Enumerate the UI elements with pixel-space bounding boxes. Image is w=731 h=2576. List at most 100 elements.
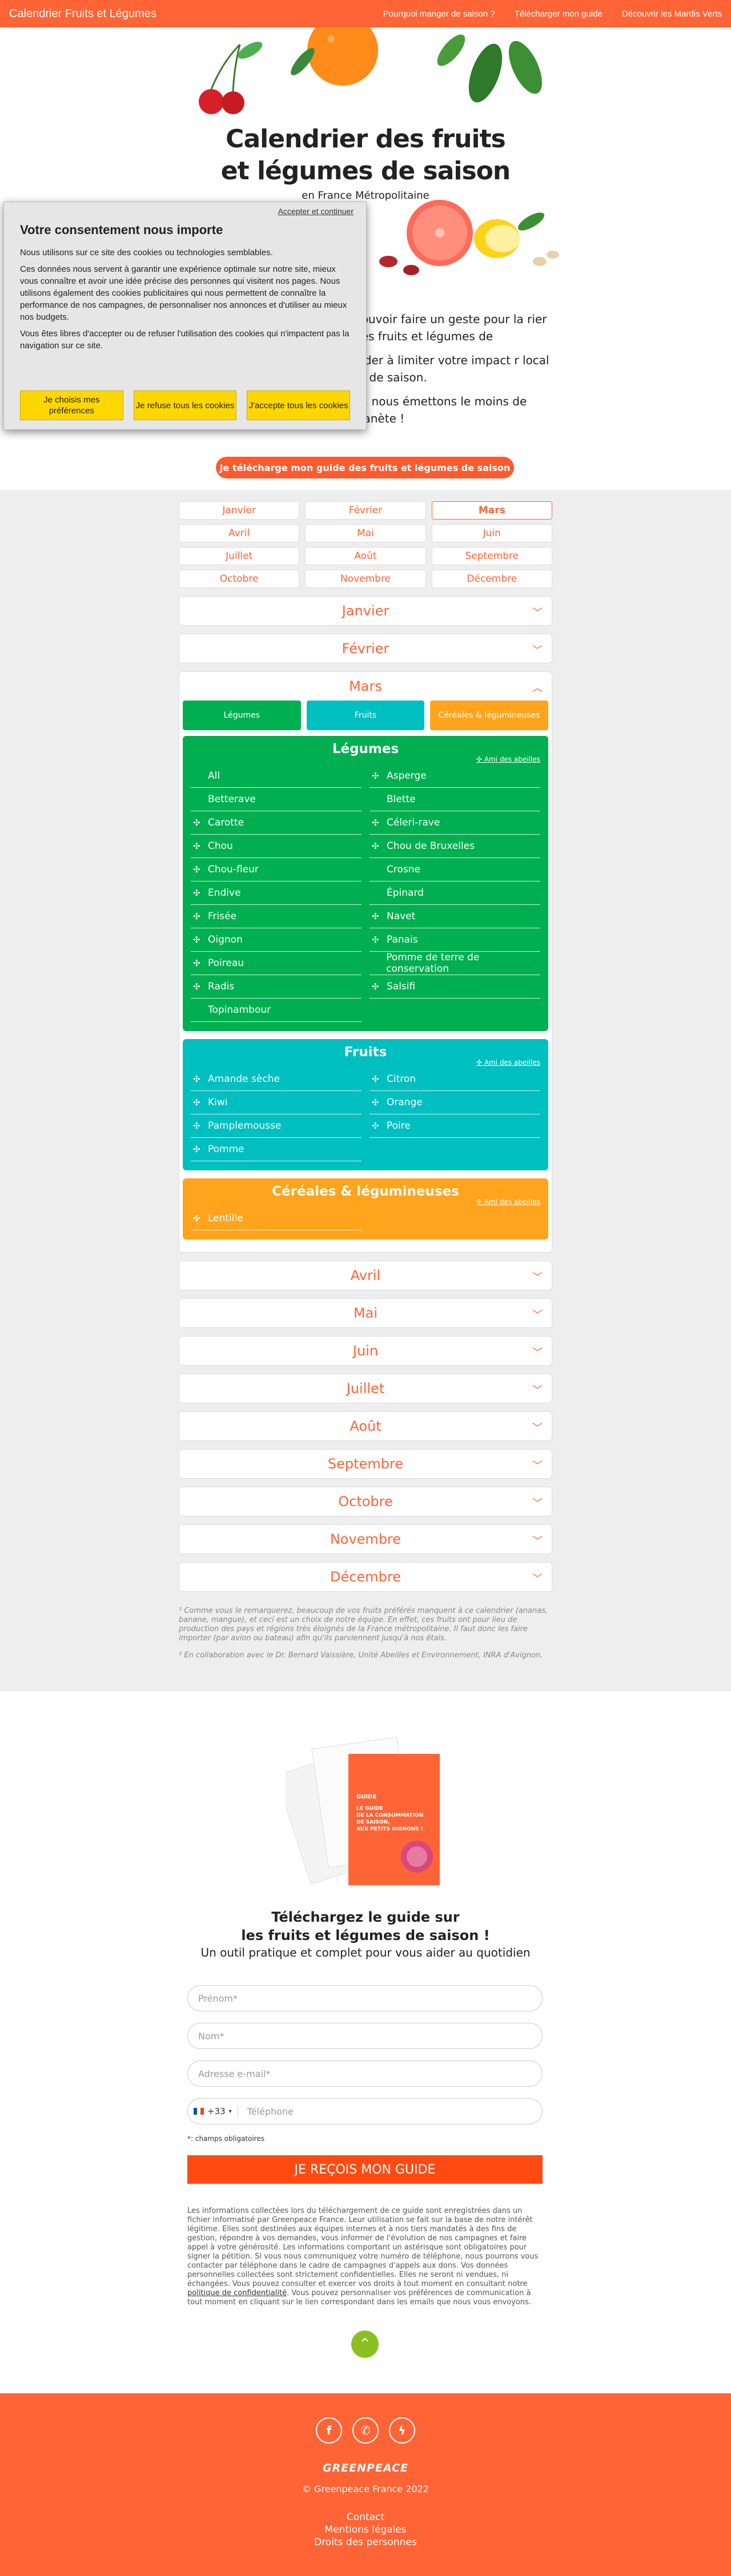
nav-link-why-season[interactable]: Pourquoi manger de saison ?: [383, 9, 495, 19]
accordion-header-9[interactable]: Octobre ﹀: [179, 1487, 552, 1516]
tab-category-0[interactable]: Légumes: [183, 701, 301, 730]
month-button-10[interactable]: Novembre: [305, 570, 426, 588]
list-item: ✣ Pomme: [191, 1138, 362, 1161]
bee-icon: ✣: [372, 935, 379, 945]
country-code-selector[interactable]: +33 ▾: [194, 2106, 238, 2116]
accordion-header-5[interactable]: Juin ﹀: [179, 1337, 552, 1365]
list-item: ✣ Panais: [369, 928, 540, 952]
bee-icon: ✣: [193, 958, 200, 968]
month-button-6[interactable]: Juillet: [179, 547, 300, 565]
footnote-2: ² En collaboration avec le Dr. Bernard V…: [179, 1651, 543, 1660]
choose-preferences-button[interactable]: Je choisis mes préférences: [20, 391, 123, 420]
month-button-8[interactable]: Septembre: [431, 547, 552, 565]
bee-friendly-legend: ✣ Ami des abeilles: [476, 1058, 540, 1066]
facebook-icon[interactable]: f: [316, 2417, 342, 2444]
accordion-header-3[interactable]: Avril ﹀: [179, 1261, 552, 1290]
cereales-list: ✣ Lentille: [191, 1207, 540, 1230]
bee-icon: ✣: [476, 1058, 483, 1066]
email-field[interactable]: Adresse e-mail*: [187, 2060, 543, 2087]
bee-icon: ✣: [193, 888, 200, 898]
social-links: f ✆ ϟ: [0, 2417, 731, 2444]
back-to-top-button[interactable]: ⌃: [351, 2331, 379, 2358]
accordion-header-11[interactable]: Décembre ﹀: [179, 1563, 552, 1591]
legumes-list: All ✣ Asperge Betterave Blette ✣ Carotte ✣ Céler…: [191, 764, 540, 1022]
list-item: ✣ Asperge: [369, 764, 540, 788]
chevron-up-icon: ⌃: [359, 2336, 371, 2353]
submit-guide-button[interactable]: JE REÇOIS MON GUIDE: [187, 2155, 543, 2184]
required-fields-note: *: champs obligatoires: [187, 2135, 265, 2143]
accordion-header-6[interactable]: Juillet ﹀: [179, 1374, 552, 1403]
footer-link-contact[interactable]: Contact: [0, 2511, 731, 2523]
accordion-header-1[interactable]: Février ﹀: [179, 634, 552, 663]
consent-buttons: Je choisis mes préférences Je refuse tou…: [20, 391, 351, 420]
privacy-policy-link[interactable]: politique de confidentialité: [187, 2289, 287, 2297]
consent-text-2: Ces données nous servent à garantir une …: [20, 264, 347, 322]
list-item: ✣ Poireau: [191, 952, 362, 975]
list-item: ✣ Oignon: [191, 928, 362, 952]
page-subtitle: en France Métropolitaine: [302, 190, 429, 202]
footer-link-legal[interactable]: Mentions légales: [0, 2523, 731, 2536]
accept-cookies-button[interactable]: J'accepte tous les cookies: [247, 391, 351, 420]
site-brand[interactable]: Calendrier Fruits et Légumes: [9, 7, 156, 21]
messenger-icon[interactable]: ϟ: [389, 2417, 415, 2444]
list-item: ✣ Endive: [191, 882, 362, 905]
cereales-panel-title: Céréales & légumineuses: [272, 1184, 459, 1199]
accordion-item: Mai ﹀: [179, 1298, 552, 1328]
accordion-header-10[interactable]: Novembre ﹀: [179, 1525, 552, 1553]
download-guide-cta-button[interactable]: Je télécharge mon guide des fruits et lé…: [216, 457, 514, 478]
bee-icon: ✣: [372, 771, 379, 781]
list-item: ✣ Chou-fleur: [191, 858, 362, 882]
list-item: Betterave: [191, 788, 362, 811]
hero-section: Calendrier des fruits et légumes de sais…: [0, 27, 731, 490]
month-button-5[interactable]: Juin: [431, 524, 552, 542]
guide-download-section: GUIDE LE GUIDE DE LA CONSOMMATION DE SAI…: [0, 1691, 731, 2393]
month-button-11[interactable]: Décembre: [431, 570, 552, 588]
chevron-down-icon: ﹀: [532, 1309, 543, 1321]
list-item: Pomme de terre de conservation: [369, 952, 540, 975]
fruits-list: ✣ Amande sèche ✣ Citron ✣ Kiwi ✣ Orange ✣ Pamplem…: [191, 1068, 540, 1161]
lastname-field[interactable]: Nom*: [187, 2023, 543, 2049]
nav-link-download-guide[interactable]: Télécharger mon guide: [515, 9, 603, 19]
bee-icon: ✣: [372, 1074, 379, 1084]
month-button-3[interactable]: Avril: [179, 524, 300, 542]
month-selector: Janvier Février Mars Avril Mai Juin Juillet Aoû…: [179, 501, 552, 588]
footnote-1: ¹ Comme vous le remarquerez, beaucoup de…: [179, 1607, 548, 1643]
accordion-header-2[interactable]: Mars ︿: [179, 672, 552, 701]
month-button-9[interactable]: Octobre: [179, 570, 300, 588]
phone-field[interactable]: +33 ▾ Téléphone: [187, 2098, 543, 2124]
refuse-cookies-button[interactable]: Je refuse tous les cookies: [133, 391, 237, 420]
accordion-header-4[interactable]: Mai ﹀: [179, 1299, 552, 1327]
consent-title: Votre consentement nous importe: [20, 223, 223, 237]
site-footer: f ✆ ϟ GREENPEACE © Greenpeace France 202…: [0, 2393, 731, 2576]
category-tabs: Légumes Fruits Céréales & légumineuses: [183, 701, 549, 730]
tab-category-1[interactable]: Fruits: [306, 701, 425, 730]
month-button-4[interactable]: Mai: [305, 524, 426, 542]
accordion-item: Janvier ﹀: [179, 596, 552, 626]
bee-icon: ✣: [476, 1198, 483, 1206]
list-item: All: [191, 764, 362, 788]
whatsapp-icon[interactable]: ✆: [352, 2417, 379, 2444]
accordion-header-0[interactable]: Janvier ﹀: [179, 597, 552, 625]
accept-and-continue-link[interactable]: Accepter et continuer: [278, 207, 354, 216]
accordion-item: Février ﹀: [179, 634, 552, 663]
accordion-item: Mars ︿ Légumes Fruits Céréales & légumineuse…: [179, 671, 552, 1253]
accordion-item: Novembre ﹀: [179, 1524, 552, 1554]
bee-icon: ✣: [193, 864, 200, 875]
copyright: © Greenpeace France 2022: [302, 2484, 429, 2494]
accordion-item: Juin ﹀: [179, 1336, 552, 1366]
legal-notice: Les informations collectées lors du télé…: [187, 2207, 539, 2307]
accordion-header-8[interactable]: Septembre ﹀: [179, 1450, 552, 1478]
month-button-7[interactable]: Août: [305, 547, 426, 565]
calendar-section: Janvier Février Mars Avril Mai Juin Juillet Aoû…: [0, 490, 731, 1691]
month-button-0[interactable]: Janvier: [179, 501, 300, 520]
month-button-1[interactable]: Février: [305, 501, 426, 520]
list-item: ✣ Céleri-rave: [369, 811, 540, 835]
firstname-field[interactable]: Prénom*: [187, 1985, 543, 2011]
tab-category-2[interactable]: Céréales & légumineuses: [430, 701, 549, 730]
chevron-down-icon: ﹀: [532, 607, 543, 619]
page-title: Calendrier des fruits et légumes de sais…: [220, 124, 511, 186]
footer-link-rights[interactable]: Droits des personnes: [0, 2536, 731, 2549]
accordion-header-7[interactable]: Août ﹀: [179, 1412, 552, 1440]
month-button-2[interactable]: Mars: [431, 501, 552, 520]
nav-link-mardis-verts[interactable]: Découvrir les Mardis Verts: [622, 9, 722, 19]
